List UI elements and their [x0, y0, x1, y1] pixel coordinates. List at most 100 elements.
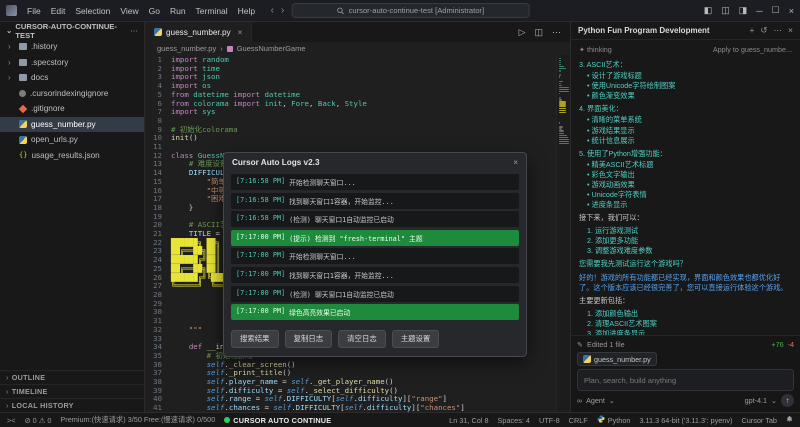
file-row--history[interactable]: ›.history — [0, 39, 144, 55]
cursor-position-label: Ln 31, Col 8 — [449, 416, 488, 425]
agent-mode-selector[interactable]: Agent — [586, 396, 605, 405]
send-button[interactable]: ↑ — [781, 394, 794, 407]
breadcrumb-symbol[interactable]: GuessNumberGame — [237, 44, 306, 53]
chat-list-item: 3. 调整游戏难度参数 — [583, 246, 792, 256]
pencil-icon: ✎ — [577, 340, 583, 349]
minimap-line — [559, 122, 560, 123]
log-timestamp: [7:16:58 PM] — [236, 196, 285, 206]
history-icon[interactable]: ↺ — [760, 25, 767, 36]
file-row-open_urls-py[interactable]: open_urls.py — [0, 132, 144, 148]
code-line[interactable]: 7import sys — [145, 108, 556, 117]
breadcrumb[interactable]: guess_number.py › GuessNumberGame — [145, 42, 570, 55]
more-actions-icon[interactable]: ⋯ — [552, 27, 561, 38]
problems[interactable]: ⊘ 0 ⚠ 0 — [25, 416, 52, 425]
file-row--specstory[interactable]: ›.specstory — [0, 55, 144, 71]
modal-button-主题设置[interactable]: 主题设置 — [392, 330, 440, 348]
minimap-line — [559, 60, 561, 61]
chat-more-icon[interactable]: ⋯ — [774, 25, 783, 36]
language-mode[interactable]: Python — [597, 415, 631, 425]
file-row-docs[interactable]: ›docs — [0, 70, 144, 86]
chat-blocks: 3. ASCII艺术：• 设计了游戏标题• 使用Unicode字符绘制图案• 颜… — [579, 60, 792, 335]
modal-button-清空日志[interactable]: 清空日志 — [338, 330, 386, 348]
window-search[interactable]: cursor-auto-continue-test [Administrator… — [291, 3, 529, 18]
menu-go[interactable]: Go — [144, 6, 165, 16]
usage-quota[interactable]: Premium:(快速请求) 3/50 Free:(慢速请求) 0/500 — [60, 415, 215, 425]
menu-run[interactable]: Run — [165, 6, 191, 16]
file-row-usage_results-json[interactable]: {}usage_results.json — [0, 148, 144, 164]
breadcrumb-file[interactable]: guess_number.py — [157, 44, 216, 53]
minimap-line — [559, 133, 564, 134]
menu-edit[interactable]: Edit — [46, 6, 71, 16]
menu-bar: FileEditSelectionViewGoRunTerminalHelp — [22, 6, 260, 16]
minimap[interactable] — [556, 55, 570, 412]
chat-input[interactable] — [577, 369, 794, 391]
modal-button-复制日志[interactable]: 复制日志 — [285, 330, 333, 348]
context-chip-file[interactable]: guess_number.py — [577, 352, 657, 366]
modal-button-搜索结果[interactable]: 搜索结果 — [231, 330, 279, 348]
python-file-icon — [154, 28, 162, 36]
back-icon[interactable]: ‹ — [271, 5, 274, 16]
workspace-header[interactable]: ⌄ CURSOR-AUTO-CONTINUE-TEST ⋯ — [0, 22, 144, 39]
modal-header[interactable]: Cursor Auto Logs v2.3 × — [224, 153, 526, 172]
forward-icon[interactable]: › — [281, 5, 284, 16]
cursor-position[interactable]: Ln 31, Col 8 — [449, 416, 488, 425]
sidebar-section-timeline[interactable]: ›TIMELINE — [0, 384, 144, 398]
sidebar-section-outline[interactable]: ›OUTLINE — [0, 370, 144, 384]
maximize-icon[interactable]: ☐ — [772, 5, 780, 16]
split-editor-icon[interactable]: ◫ — [534, 27, 543, 38]
menu-terminal[interactable]: Terminal — [191, 6, 233, 16]
menu-selection[interactable]: Selection — [70, 6, 115, 16]
eol[interactable]: CRLF — [569, 416, 588, 425]
tab-close-icon[interactable]: × — [238, 28, 243, 37]
menu-help[interactable]: Help — [233, 6, 260, 16]
chat-close-icon[interactable]: × — [788, 25, 793, 36]
run-icon[interactable]: ▷ — [519, 27, 526, 38]
code-line[interactable]: 10init() — [145, 134, 556, 143]
sparkle-icon: ✦ — [579, 45, 585, 54]
layout-right-icon[interactable]: ◨ — [739, 5, 748, 16]
model-chevron-icon[interactable]: ⌄ — [771, 396, 777, 405]
modal-close-icon[interactable]: × — [513, 158, 518, 167]
edited-files-row[interactable]: ✎ Edited 1 file +76 -4 — [577, 340, 794, 349]
notifications[interactable] — [786, 415, 793, 425]
minimize-icon[interactable]: ─ — [756, 6, 762, 16]
cursor-auto-continue[interactable]: CURSOR AUTO CONTINUE — [224, 416, 331, 425]
chat-list-item: • 进度条显示 — [583, 200, 792, 210]
layout-left-icon[interactable]: ◧ — [704, 5, 713, 16]
apply-link[interactable]: Apply to guess_numbe... — [713, 45, 792, 55]
file-label: .specstory — [31, 58, 68, 67]
file-row--gitignore[interactable]: .gitignore — [0, 101, 144, 117]
encoding[interactable]: UTF-8 — [539, 416, 560, 425]
new-chat-icon[interactable]: + — [749, 25, 754, 36]
cursor-tab[interactable]: Cursor Tab — [741, 416, 777, 425]
menu-file[interactable]: File — [22, 6, 46, 16]
layout-bottom-icon[interactable]: ◫ — [721, 5, 730, 16]
thinking-toggle[interactable]: ✦ thinking — [579, 45, 612, 55]
code-line[interactable]: 41 self.chances = self.DIFFICULTY[self.d… — [145, 404, 556, 412]
gear-icon — [19, 90, 26, 97]
interpreter[interactable]: 3.11.3 64-bit ('3.11.3': pyenv) — [639, 416, 732, 425]
tab-guess-number[interactable]: guess_number.py × — [145, 22, 252, 42]
file-row-guess_number-py[interactable]: guess_number.py — [0, 117, 144, 133]
tab-bar: guess_number.py × ▷ ◫ ⋯ — [145, 22, 570, 42]
file-row--cursorindexingignore[interactable]: .cursorindexingignore — [0, 86, 144, 102]
class-symbol-icon — [227, 46, 233, 52]
chat-composer: ✎ Edited 1 file +76 -4 guess_number.py ∞… — [571, 335, 800, 412]
sidebar-section-local-history[interactable]: ›LOCAL HISTORY — [0, 398, 144, 412]
git-icon — [19, 105, 27, 113]
indentation[interactable]: Spaces: 4 — [498, 416, 530, 425]
more-icon[interactable]: ⋯ — [130, 26, 138, 35]
chat-paragraph: 好的！游戏的所有功能都已经实现，界面和颜色效果也都优化好了。这个版本应该已经很完… — [579, 273, 792, 293]
close-icon[interactable]: × — [789, 6, 794, 16]
chat-list-item: • 设计了游戏标题 — [583, 71, 792, 81]
model-selector[interactable]: gpt-4.1 — [745, 396, 767, 405]
thinking-row[interactable]: ✦ thinking Apply to guess_numbe... — [579, 45, 792, 55]
file-label: guess_number.py — [31, 120, 96, 129]
file-label: docs — [31, 73, 48, 82]
menu-view[interactable]: View — [115, 6, 143, 16]
composer-footer: ∞ Agent ⌄ gpt-4.1 ⌄ ↑ — [577, 394, 794, 407]
remote-indicator[interactable]: >< — [7, 416, 16, 425]
agent-chevron-icon[interactable]: ⌄ — [609, 396, 615, 405]
editor-area: guess_number.py × ▷ ◫ ⋯ guess_number.py … — [145, 22, 570, 412]
code-line[interactable]: 9# 初始化colorama — [145, 126, 556, 135]
